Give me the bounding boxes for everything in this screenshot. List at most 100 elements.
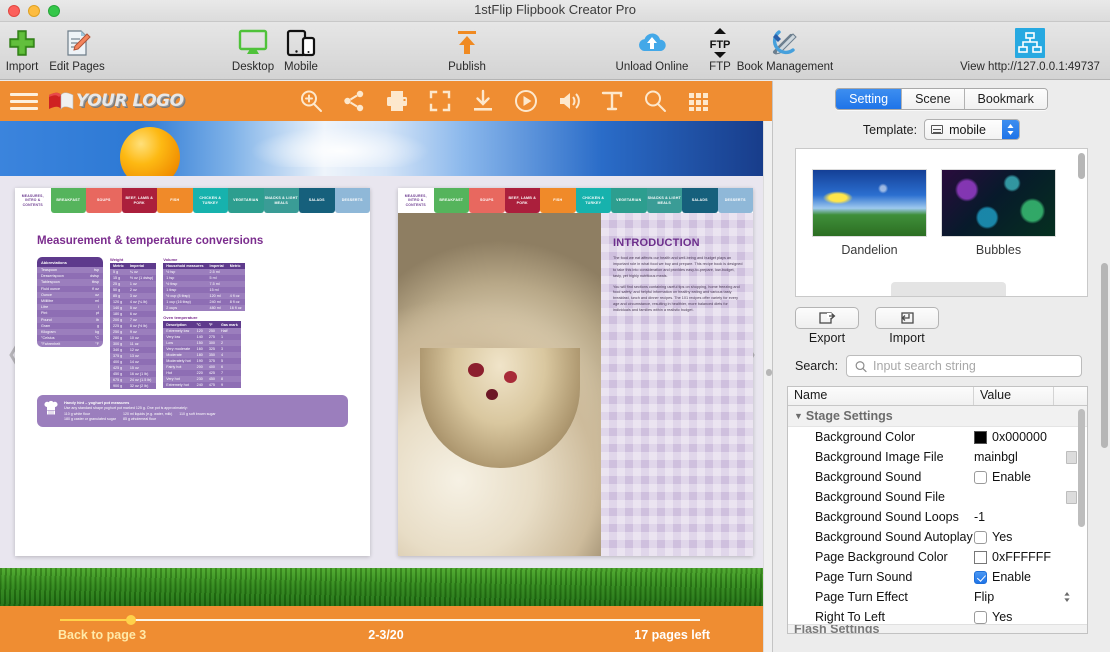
template-gallery[interactable]: Dandelion Bubbles [795, 148, 1088, 297]
settings-row[interactable]: Background Sound Loops -1 [788, 507, 1087, 527]
menu-icon[interactable] [10, 92, 38, 110]
setting-checkbox[interactable] [974, 470, 987, 484]
toolbar-view-url-button[interactable]: View http://127.0.0.1:49737 [955, 26, 1105, 73]
page-slider[interactable] [60, 615, 700, 625]
page-tab[interactable]: BREAKFAST [433, 188, 469, 213]
color-swatch[interactable] [974, 550, 987, 564]
toolbar-book-management-button[interactable]: Book Management [730, 26, 840, 73]
tab-setting[interactable]: Setting [836, 89, 903, 109]
settings-scrollbar-thumb[interactable] [1078, 409, 1085, 527]
page-tab[interactable]: BREAKFAST [50, 188, 86, 213]
template-item-dandelion[interactable]: Dandelion [812, 169, 927, 257]
chevron-updown-icon[interactable] [1063, 591, 1071, 603]
toolbar-unload-online-button[interactable]: Unload Online [605, 26, 699, 73]
settings-row[interactable]: Background Color 0x000000 [788, 427, 1087, 447]
page-tab[interactable]: BEEF, LAMB & PORK [504, 188, 540, 213]
settings-row[interactable]: Page Turn Effect Flip [788, 587, 1087, 607]
abbreviation-row: °Fahrenheit °F [37, 341, 103, 348]
page-tab[interactable]: DESSERTS [717, 188, 753, 213]
viewer-scrollbar[interactable] [763, 121, 772, 652]
share-icon[interactable] [342, 89, 366, 113]
app-window: 1stFlip Flipbook Creator Pro Import Edit… [0, 0, 1110, 652]
toolbar-edit-pages-button[interactable]: Edit Pages [44, 26, 110, 73]
book-page-right[interactable]: MEASURES, INTRO & CONTENTS BREAKFAST SOU… [398, 188, 753, 556]
import-button[interactable]: Import [875, 307, 939, 345]
page-tab[interactable]: CHICKEN & TURKEY [575, 188, 611, 213]
settings-row[interactable]: Background Sound Autoplay Yes [788, 527, 1087, 547]
setting-value[interactable]: Enable [974, 470, 1087, 484]
page-tab[interactable]: SALADS [682, 188, 718, 213]
page-tab[interactable]: SOUPS [469, 188, 505, 213]
template-gallery-scrollbar[interactable] [1078, 153, 1085, 294]
settings-row[interactable]: Page Background Color 0xFFFFFF [788, 547, 1087, 567]
search-field[interactable] [846, 355, 1082, 377]
toolbar-publish-button[interactable]: Publish [432, 26, 502, 73]
page-tab[interactable]: DESSERTS [334, 188, 370, 213]
fullscreen-icon[interactable] [428, 89, 452, 113]
panel-scrollbar[interactable] [1101, 263, 1108, 652]
page-tab[interactable]: FISH [157, 188, 193, 213]
toolbar-import-button[interactable]: Import [2, 26, 42, 73]
toolbar-label: Mobile [284, 61, 318, 73]
settings-group-header[interactable]: ▼ Stage Settings [788, 406, 1087, 427]
setting-value[interactable]: Yes [974, 610, 1087, 624]
text-icon[interactable] [600, 89, 624, 113]
page-tab[interactable]: SOUPS [86, 188, 122, 213]
page-tab[interactable]: BEEF, LAMB & PORK [121, 188, 157, 213]
toolbar-desktop-button[interactable]: Desktop [228, 26, 278, 73]
browse-file-button[interactable] [1066, 450, 1077, 464]
print-icon[interactable] [385, 89, 409, 113]
setting-checkbox[interactable] [974, 530, 987, 544]
page-tab[interactable]: VEGETARIAN [611, 188, 647, 213]
settings-row[interactable]: Page Turn Sound Enable [788, 567, 1087, 587]
export-button[interactable]: Export [795, 307, 859, 345]
page-tab[interactable]: MEASURES, INTRO & CONTENTS [398, 188, 434, 213]
setting-value[interactable]: 0xFFFFFF [974, 550, 1087, 564]
tab-bookmark[interactable]: Bookmark [964, 89, 1047, 109]
column-header-name[interactable]: Name [788, 387, 974, 405]
panel-scrollbar-thumb[interactable] [1101, 263, 1108, 448]
setting-value[interactable]: Enable [974, 570, 1087, 584]
tab-scene[interactable]: Scene [902, 89, 965, 109]
search-icon[interactable] [643, 89, 667, 113]
column-header-value[interactable]: Value [974, 387, 1054, 405]
sound-icon[interactable] [557, 89, 581, 113]
page-tab[interactable]: MEASURES, INTRO & CONTENTS [15, 188, 51, 213]
settings-group-header-next[interactable]: Flash Settings [788, 624, 1087, 633]
page-tab[interactable]: CHICKEN & TURKEY [192, 188, 228, 213]
color-swatch[interactable] [974, 430, 987, 444]
page-tab[interactable]: SNACKS & LIGHT MEALS [646, 188, 682, 213]
template-scrollbar-thumb[interactable] [1078, 153, 1085, 179]
viewer-logo[interactable]: YOUR LOGO [48, 91, 184, 111]
toolbar-mobile-button[interactable]: Mobile [278, 26, 324, 73]
setting-checkbox[interactable] [974, 610, 987, 624]
zoom-in-icon[interactable] [299, 89, 323, 113]
setting-value[interactable] [974, 490, 1087, 504]
template-thumbnail-partial[interactable] [891, 282, 1006, 296]
template-item-bubbles[interactable]: Bubbles [941, 169, 1056, 257]
setting-value[interactable]: Flip [974, 590, 1087, 604]
search-input[interactable] [873, 359, 1073, 373]
settings-row[interactable]: Background Sound Enable [788, 467, 1087, 487]
play-icon[interactable] [514, 89, 538, 113]
page-tab[interactable]: SNACKS & LIGHT MEALS [263, 188, 299, 213]
import-label: Import [889, 331, 925, 345]
template-select[interactable]: mobile [924, 119, 1021, 140]
disclosure-triangle-icon[interactable]: ▼ [794, 411, 803, 421]
settings-row[interactable]: Background Image File mainbgl [788, 447, 1087, 467]
book-page-left[interactable]: MEASURES, INTRO & CONTENTS BREAKFAST SOU… [15, 188, 370, 556]
download-icon[interactable] [471, 89, 495, 113]
setting-checkbox[interactable] [974, 570, 987, 584]
page-slider-knob[interactable] [126, 615, 136, 625]
setting-value[interactable]: 0x000000 [974, 430, 1087, 444]
browse-file-button[interactable] [1066, 490, 1077, 504]
thumbnails-icon[interactable] [686, 89, 710, 113]
setting-value[interactable]: mainbgl [974, 450, 1087, 464]
page-tab[interactable]: VEGETARIAN [228, 188, 264, 213]
page-tab[interactable]: FISH [540, 188, 576, 213]
setting-value[interactable]: Yes [974, 530, 1087, 544]
settings-row[interactable]: Background Sound File [788, 487, 1087, 507]
settings-table-scrollbar[interactable] [1078, 409, 1085, 631]
page-tab[interactable]: SALADS [299, 188, 335, 213]
setting-value[interactable]: -1 [974, 510, 1087, 524]
